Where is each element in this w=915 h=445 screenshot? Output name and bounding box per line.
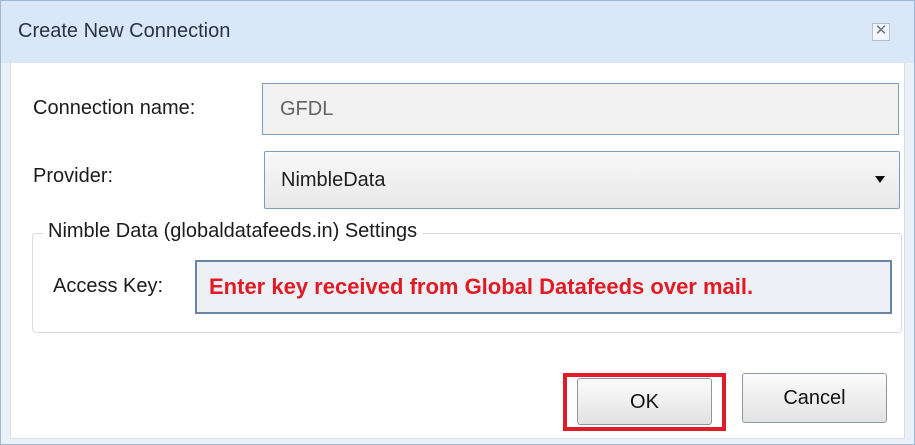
access-key-label: Access Key:	[53, 275, 164, 297]
dialog-content: Connection name: GFDL Provider: NimbleDa…	[10, 63, 905, 439]
ok-button[interactable]: OK	[577, 378, 712, 425]
connection-name-input[interactable]: GFDL	[262, 83, 899, 135]
settings-group-title: Nimble Data (globaldatafeeds.in) Setting…	[43, 220, 423, 243]
create-new-connection-dialog: Create New Connection ✕ Connection name:…	[0, 0, 915, 445]
provider-dropdown[interactable]: NimbleData	[264, 151, 900, 209]
provider-selected-value: NimbleData	[281, 169, 386, 191]
provider-settings-group: Nimble Data (globaldatafeeds.in) Setting…	[32, 220, 902, 333]
chevron-down-icon	[875, 176, 885, 183]
dialog-title: Create New Connection	[18, 20, 231, 42]
cancel-button[interactable]: Cancel	[742, 373, 887, 423]
close-icon: ✕	[874, 22, 888, 39]
connection-name-label: Connection name:	[33, 97, 196, 119]
access-key-input[interactable]: Enter key received from Global Datafeeds…	[195, 260, 892, 314]
provider-label: Provider:	[33, 165, 114, 187]
close-button[interactable]: ✕	[872, 22, 890, 41]
dialog-titlebar: Create New Connection ✕	[1, 1, 914, 63]
